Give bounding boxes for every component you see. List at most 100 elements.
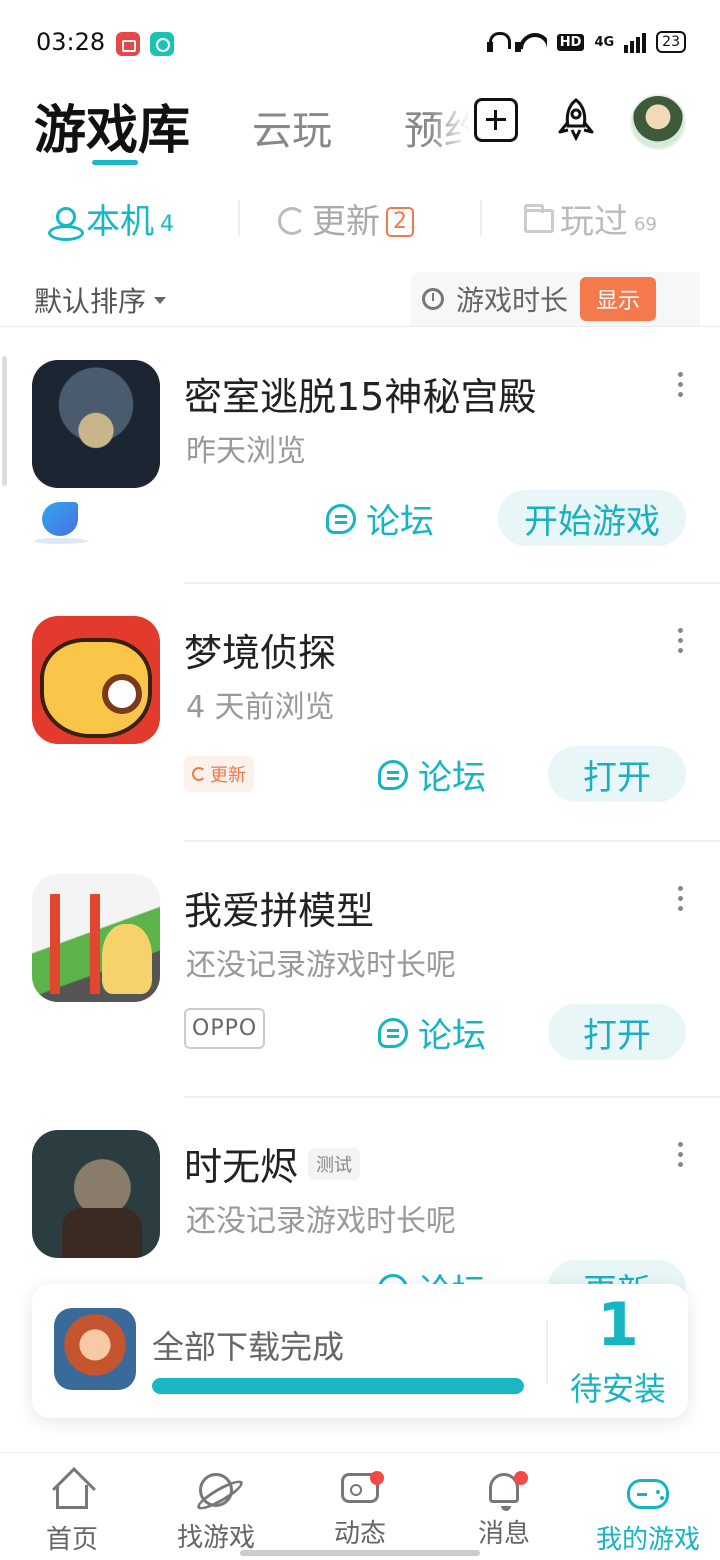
pending-install-label[interactable]: 待安装 (568, 1364, 668, 1410)
nav-messages-label: 消息 (477, 1519, 530, 1549)
active-tab-indicator (92, 160, 138, 165)
start-game-button[interactable]: 开始游戏 (498, 490, 686, 546)
folder-icon (524, 204, 554, 233)
downloaded-game-icon (54, 1308, 136, 1390)
nav-home[interactable]: 首页 (0, 1473, 144, 1556)
location-icon (46, 205, 84, 241)
divider (0, 326, 720, 327)
playtime-show-button[interactable]: 显示 (580, 277, 657, 321)
status-icons: HD 4G 23 (486, 30, 686, 54)
game-icon-escape-room[interactable] (32, 360, 160, 488)
forum-button[interactable]: 论坛 (378, 750, 486, 799)
game-title-text: 时无烬 (184, 1145, 299, 1189)
game-icon-model-puzzle[interactable] (32, 874, 160, 1002)
game-title: 我爱拼模型 (184, 880, 374, 935)
home-icon (56, 1485, 88, 1509)
battery-icon: 23 (656, 31, 686, 53)
more-icon[interactable] (678, 1142, 684, 1172)
subtab-update-label: 更新 (312, 202, 380, 242)
divider (184, 840, 720, 842)
caret-down-icon (154, 296, 167, 304)
subtab-local-label: 本机 (86, 202, 154, 242)
game-title: 时无烬 测试 (184, 1136, 361, 1191)
game-subtitle: 还没记录游戏时长呢 (186, 1204, 456, 1239)
game-title: 梦境侦探 (184, 622, 336, 677)
forum-icon (378, 759, 408, 790)
signal-icon (624, 31, 647, 53)
hd-icon: HD (556, 33, 585, 51)
divider (184, 1096, 720, 1098)
more-icon[interactable] (678, 886, 684, 916)
nav-my-games[interactable]: 我的游戏 (576, 1473, 720, 1556)
update-tag: 更新 (184, 756, 254, 792)
nav-feed-label: 动态 (333, 1519, 386, 1549)
open-button[interactable]: 打开 (548, 1004, 686, 1060)
home-indicator[interactable] (240, 1550, 480, 1556)
game-title-text: 梦境侦探 (184, 631, 337, 675)
download-progress-bar (152, 1378, 524, 1394)
forum-button[interactable]: 论坛 (378, 1008, 486, 1057)
nav-find-games[interactable]: 找游戏 (144, 1473, 288, 1554)
subtab-played-count: 69 (634, 214, 657, 235)
game-item[interactable]: 梦境侦探 4 天前浏览 更新 论坛 打开 (0, 616, 720, 872)
nav-feed[interactable]: 动态 (288, 1471, 432, 1550)
forum-icon (326, 503, 356, 534)
pending-install-count[interactable]: 1 (568, 1290, 668, 1360)
subtab-played-label: 玩过 (560, 202, 628, 242)
headset-icon (486, 30, 521, 54)
update-tag-label: 更新 (210, 765, 246, 786)
sort-dropdown[interactable]: 默认排序 (34, 280, 167, 320)
playtime-toggle-row: 游戏时长 显示 (410, 272, 700, 326)
game-title-text: 我爱拼模型 (184, 889, 375, 933)
bottom-nav: 首页 找游戏 动态 消息 我的游戏 (0, 1452, 720, 1560)
update-count-badge: 2 (386, 207, 414, 237)
planet-icon (199, 1473, 233, 1507)
divider (546, 1320, 548, 1384)
sub-tabs: 本机 4 更新 2 玩过 69 (0, 188, 720, 252)
network-type: 4G (594, 34, 615, 50)
subtab-local-count: 4 (160, 212, 174, 237)
game-title-text: 密室逃脱15神秘宫殿 (184, 375, 537, 419)
download-progress-fill (152, 1378, 524, 1394)
forum-label: 论坛 (418, 1016, 486, 1056)
avatar[interactable] (630, 94, 686, 150)
subtab-divider (238, 200, 240, 236)
refresh-icon (278, 207, 306, 235)
forum-button[interactable]: 论坛 (326, 494, 434, 543)
oppo-tag: OPPO (184, 1008, 266, 1049)
add-icon[interactable] (474, 98, 518, 142)
game-item[interactable]: 密室逃脱15神秘宫殿 昨天浏览 论坛 开始游戏 (0, 360, 720, 616)
test-tag: 测试 (308, 1147, 361, 1180)
dolphin-brand-icon (34, 496, 88, 550)
refresh-icon (192, 767, 206, 781)
divider (184, 582, 720, 584)
open-button[interactable]: 打开 (548, 746, 686, 802)
tab-cloud-play[interactable]: 云玩 (252, 98, 332, 156)
tab-fade (430, 90, 470, 170)
download-card[interactable]: 全部下载完成 1 待安装 (32, 1284, 688, 1418)
nav-home-label: 首页 (45, 1525, 98, 1555)
game-subtitle: 昨天浏览 (186, 434, 306, 469)
game-item[interactable]: 我爱拼模型 还没记录游戏时长呢 OPPO 论坛 打开 (0, 874, 720, 1130)
tab-game-library[interactable]: 游戏库 (34, 90, 190, 163)
game-icon-dream-detective[interactable] (32, 616, 160, 744)
forum-label: 论坛 (418, 758, 486, 798)
forum-icon (378, 1017, 408, 1048)
notification-app-icon (150, 32, 174, 56)
subtab-played[interactable]: 玩过 69 (524, 194, 657, 243)
subtab-divider (480, 200, 482, 236)
nav-find-games-label: 找游戏 (176, 1523, 255, 1553)
gamepad-icon (627, 1479, 669, 1509)
screen-record-icon (116, 32, 140, 56)
download-status: 全部下载完成 (152, 1328, 345, 1366)
nav-messages[interactable]: 消息 (432, 1471, 576, 1550)
subtab-update[interactable]: 更新 2 (278, 194, 414, 243)
sort-label: 默认排序 (34, 285, 147, 318)
more-icon[interactable] (678, 628, 684, 658)
game-icon-shi-wu-jin[interactable] (32, 1130, 160, 1258)
rocket-icon[interactable] (552, 96, 600, 144)
status-time: 03:28 (36, 28, 106, 56)
more-icon[interactable] (678, 372, 684, 402)
top-tabs: 游戏库 云玩 预约 (34, 90, 470, 170)
subtab-local[interactable]: 本机 4 (46, 194, 174, 243)
